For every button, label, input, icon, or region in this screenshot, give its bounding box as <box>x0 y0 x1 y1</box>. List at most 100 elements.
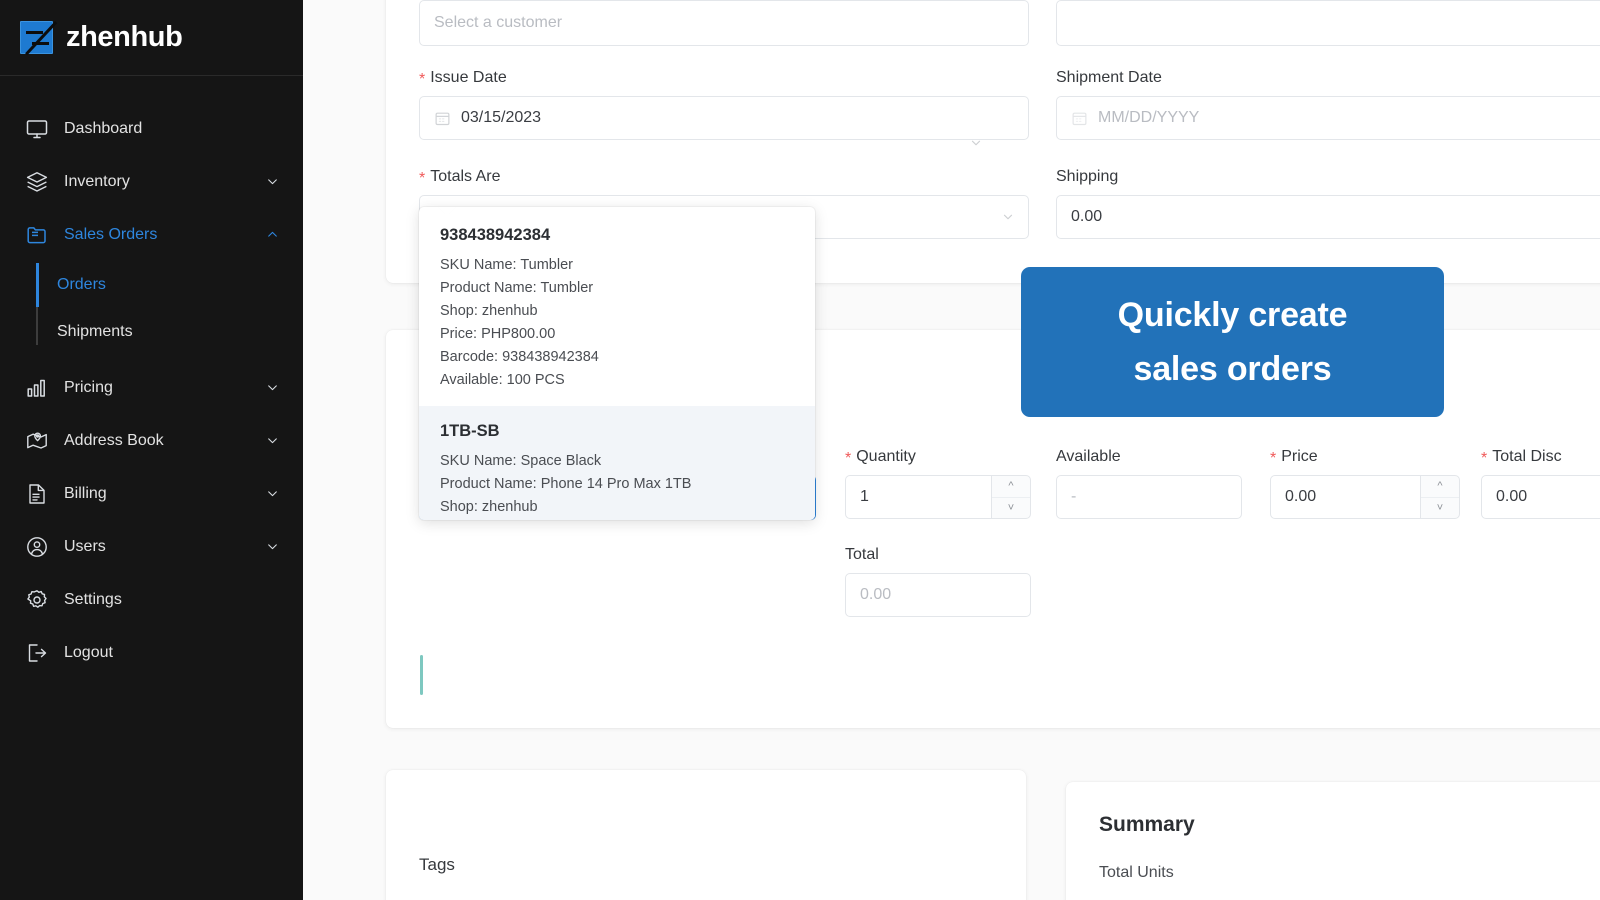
shipping-value: 0.00 <box>1071 208 1103 225</box>
sidebar-subnav-sales-orders: Orders Shipments <box>0 261 303 355</box>
available-value: - <box>1071 488 1077 505</box>
summary-card: Summary Total Units <box>1066 782 1600 900</box>
layers-icon <box>24 169 50 195</box>
sku-option-line: Available: 100 PCS <box>440 372 565 388</box>
calendar-icon <box>1072 112 1087 125</box>
total-discount-label: * Total Disc <box>1481 448 1600 467</box>
total-discount-input[interactable]: 0.00 <box>1481 475 1600 519</box>
sidebar-item-label: Address Book <box>64 431 164 449</box>
shipment-date-label: Shipment Date <box>1056 69 1600 87</box>
chevron-down-icon[interactable] <box>266 175 279 188</box>
shipping-label: Shipping <box>1056 168 1600 186</box>
total-discount-label-text: Total Disc <box>1492 448 1562 465</box>
sidebar-nav: Dashboard Inventory Sales Orders Orders … <box>0 76 303 679</box>
lot-accent-bar <box>420 655 423 695</box>
shipment-date-input[interactable]: MM/DD/YYYY <box>1056 96 1600 140</box>
price-increment-button[interactable]: ^ <box>1421 476 1459 498</box>
main-content: Select a customer * Issue Date 03/15/202… <box>303 0 1600 900</box>
quantity-value[interactable]: 1 <box>845 475 991 519</box>
quantity-stepper-buttons[interactable]: ^ ˅ <box>991 475 1031 519</box>
sidebar-item-logout[interactable]: Logout <box>0 626 303 679</box>
sku-dropdown[interactable]: 938438942384 SKU Name: Tumbler Product N… <box>419 207 815 520</box>
required-marker: * <box>419 170 426 187</box>
quantity-increment-button[interactable]: ^ <box>992 476 1030 498</box>
monitor-icon <box>24 116 50 142</box>
chevron-down-icon[interactable] <box>266 487 279 500</box>
sidebar-item-dashboard[interactable]: Dashboard <box>0 102 303 155</box>
sku-dropdown-option[interactable]: 1TB-SB SKU Name: Space Black Product Nam… <box>419 406 815 520</box>
total-label: Total <box>845 546 1031 564</box>
tags-card: Tags <box>386 770 1026 900</box>
sidebar-item-users[interactable]: Users <box>0 520 303 573</box>
price-stepper[interactable]: 0.00 ^ ˅ <box>1270 475 1460 519</box>
sku-option-line: Price: PHP109990.00 <box>440 519 794 520</box>
price-stepper-buttons[interactable]: ^ ˅ <box>1420 475 1460 519</box>
chevron-down-icon[interactable] <box>266 540 279 553</box>
sidebar-item-label: Billing <box>64 484 107 502</box>
shipment-date-placeholder: MM/DD/YYYY <box>1098 109 1200 126</box>
sku-option-line: Product Name: Phone 14 Pro Max 1TB <box>440 476 692 492</box>
sidebar-item-label: Logout <box>64 643 113 661</box>
chevron-down-icon[interactable] <box>266 434 279 447</box>
sidebar-item-inventory[interactable]: Inventory <box>0 155 303 208</box>
quantity-stepper[interactable]: 1 ^ ˅ <box>845 475 1031 519</box>
summary-title: Summary <box>1099 813 1195 836</box>
promo-callout-line1: Quickly create <box>1117 295 1348 334</box>
issue-date-label-text: Issue Date <box>430 69 507 86</box>
calendar-icon <box>435 112 450 125</box>
zhenhub-logo-icon <box>20 20 57 55</box>
logout-icon <box>24 640 50 666</box>
required-marker: * <box>845 450 852 467</box>
sku-option-line: SKU Name: Space Black <box>440 453 602 469</box>
available-label: Available <box>1056 448 1242 466</box>
sidebar-subitem-label: Orders <box>57 275 106 293</box>
sidebar-item-address-book[interactable]: Address Book <box>0 414 303 467</box>
issue-date-label: * Issue Date <box>419 69 1029 88</box>
shipping-input[interactable]: 0.00 <box>1056 195 1600 239</box>
sku-option-line: SKU Name: Tumbler <box>440 257 573 273</box>
gear-icon <box>24 587 50 613</box>
tags-title: Tags <box>419 855 455 874</box>
chevron-down-icon[interactable] <box>266 381 279 394</box>
sku-dropdown-option[interactable]: 938438942384 SKU Name: Tumbler Product N… <box>419 207 815 406</box>
promo-callout-line2: sales orders <box>1133 350 1332 388</box>
sku-option-code: 1TB-SB <box>440 422 500 440</box>
sidebar-item-shipments[interactable]: Shipments <box>0 308 303 355</box>
total-discount-value: 0.00 <box>1496 488 1528 505</box>
total-label-text: Total <box>845 546 879 563</box>
app-root: Select a customer * Issue Date 03/15/202… <box>0 0 1600 900</box>
quantity-decrement-button[interactable]: ˅ <box>992 498 1030 519</box>
brand-name: zhenhub <box>66 21 183 53</box>
sidebar-item-settings[interactable]: Settings <box>0 573 303 626</box>
sidebar-item-orders[interactable]: Orders <box>0 261 303 308</box>
brand[interactable]: zhenhub <box>0 0 303 76</box>
bar-chart-icon <box>24 375 50 401</box>
price-value[interactable]: 0.00 <box>1270 475 1420 519</box>
sidebar-item-billing[interactable]: Billing <box>0 467 303 520</box>
order-number-input[interactable] <box>1056 0 1600 46</box>
sidebar-item-label: Dashboard <box>64 119 143 137</box>
subnav-rail-active <box>36 263 39 307</box>
promo-callout: Quickly create sales orders <box>1021 267 1444 417</box>
totals-are-label: * Totals Are <box>419 168 1029 187</box>
map-pin-icon <box>24 428 50 454</box>
sku-option-line: Product Name: Tumbler <box>440 280 594 296</box>
available-input: - <box>1056 475 1242 519</box>
sidebar-item-sales-orders[interactable]: Sales Orders <box>0 208 303 261</box>
chevron-up-icon[interactable] <box>266 228 279 241</box>
customer-select[interactable]: Select a customer <box>419 0 1029 46</box>
users-icon <box>24 534 50 560</box>
required-marker: * <box>419 71 426 88</box>
price-decrement-button[interactable]: ˅ <box>1421 498 1459 519</box>
required-marker: * <box>1270 450 1277 467</box>
available-label-text: Available <box>1056 448 1121 465</box>
issue-date-input[interactable]: 03/15/2023 <box>419 96 1029 140</box>
price-label: * Price <box>1270 448 1460 467</box>
required-marker: * <box>1481 450 1488 467</box>
totals-are-label-text: Totals Are <box>430 168 501 185</box>
summary-row-label: Total Units <box>1099 864 1174 881</box>
quantity-label: * Quantity <box>845 448 1031 467</box>
shipment-date-label-text: Shipment Date <box>1056 69 1162 86</box>
sidebar-item-pricing[interactable]: Pricing <box>0 361 303 414</box>
sidebar-item-label: Sales Orders <box>64 225 158 243</box>
